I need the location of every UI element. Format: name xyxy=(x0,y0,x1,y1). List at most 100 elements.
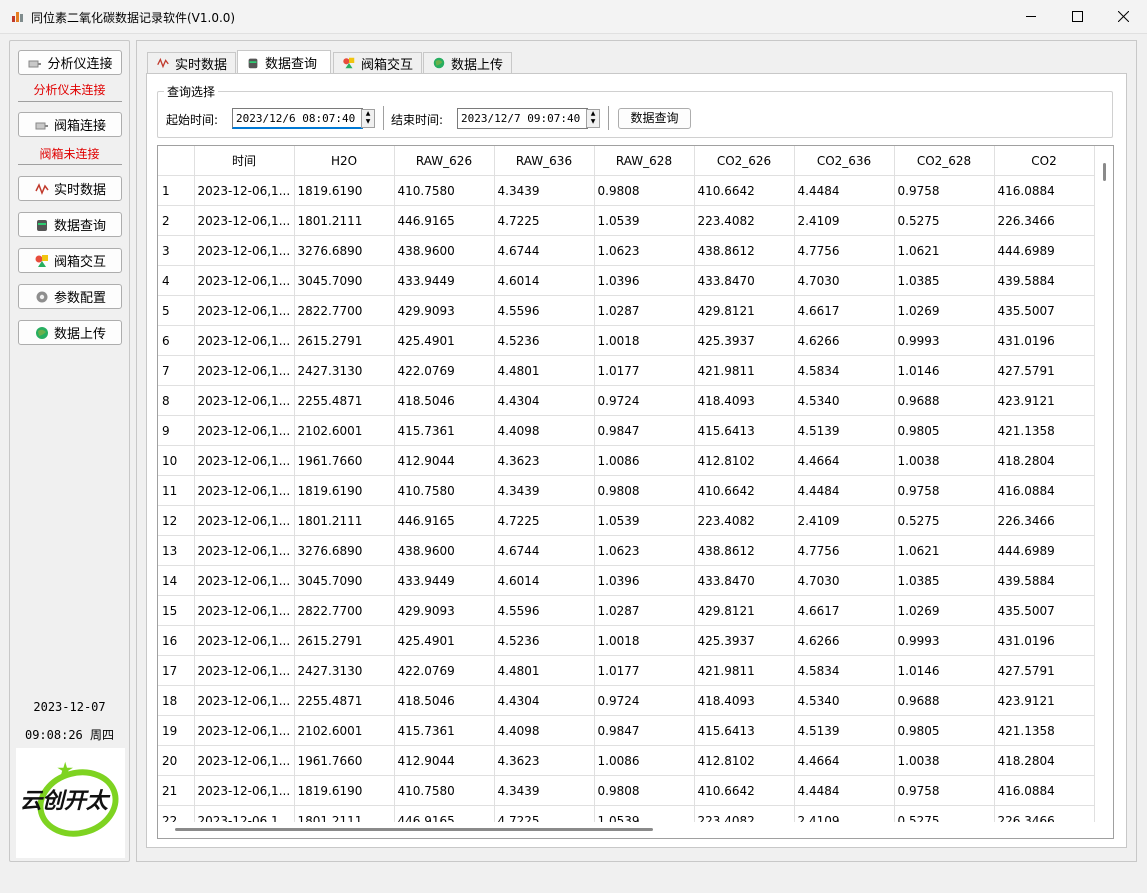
table-cell[interactable]: 223.4082 xyxy=(694,505,795,536)
table-cell[interactable]: 1.0385 xyxy=(894,265,995,296)
table-cell[interactable]: 412.9044 xyxy=(394,745,495,776)
table-row[interactable]: 6 2023-12-06,1... 2615.2791 425.4901 4.5236 1… xyxy=(158,325,1095,356)
row-header[interactable]: 21 xyxy=(158,775,195,806)
table-cell[interactable]: 418.5046 xyxy=(394,385,495,416)
row-header[interactable]: 13 xyxy=(158,535,195,566)
table-cell[interactable]: 0.9758 xyxy=(894,175,995,206)
table-row[interactable]: 13 2023-12-06,1... 3276.6890 438.9600 4.6744… xyxy=(158,535,1095,566)
table-cell[interactable]: 410.6642 xyxy=(694,475,795,506)
table-cell[interactable]: 2822.7700 xyxy=(294,295,395,326)
table-cell[interactable]: 2023-12-06,1... xyxy=(194,505,295,536)
table-cell[interactable]: 1961.7660 xyxy=(294,745,395,776)
nav-realtime-button[interactable]: 实时数据 xyxy=(18,176,122,201)
table-cell[interactable]: 425.3937 xyxy=(694,325,795,356)
table-cell[interactable]: 421.9811 xyxy=(694,655,795,686)
table-row[interactable]: 18 2023-12-06,1... 2255.4871 418.5046 4.4304… xyxy=(158,685,1095,716)
table-cell[interactable]: 1801.2111 xyxy=(294,505,395,536)
row-header[interactable]: 18 xyxy=(158,685,195,716)
table-row[interactable]: 10 2023-12-06,1... 1961.7660 412.9044 4.3623… xyxy=(158,445,1095,476)
row-header[interactable]: 8 xyxy=(158,385,195,416)
table-cell[interactable]: 433.8470 xyxy=(694,265,795,296)
table-cell[interactable]: 1.0038 xyxy=(894,445,995,476)
table-cell[interactable]: 1819.6190 xyxy=(294,175,395,206)
table-cell[interactable]: 438.8612 xyxy=(694,535,795,566)
row-header[interactable]: 10 xyxy=(158,445,195,476)
table-cell[interactable]: 416.0884 xyxy=(994,175,1095,206)
row-header[interactable]: 5 xyxy=(158,295,195,326)
table-cell[interactable]: 0.9993 xyxy=(894,625,995,656)
row-header[interactable]: 19 xyxy=(158,715,195,746)
table-cell[interactable]: 2023-12-06,1... xyxy=(194,235,295,266)
vertical-scrollbar[interactable] xyxy=(1097,146,1113,822)
corner-header[interactable] xyxy=(158,146,195,176)
table-cell[interactable]: 2102.6001 xyxy=(294,415,395,446)
table-cell[interactable]: 446.9165 xyxy=(394,205,495,236)
table-cell[interactable]: 429.8121 xyxy=(694,595,795,626)
table-cell[interactable]: 4.4801 xyxy=(494,355,595,386)
table-cell[interactable]: 3276.6890 xyxy=(294,535,395,566)
table-cell[interactable]: 0.9724 xyxy=(594,685,695,716)
table-cell[interactable]: 4.4664 xyxy=(794,445,895,476)
table-cell[interactable]: 1.0539 xyxy=(594,205,695,236)
table-cell[interactable]: 1.0623 xyxy=(594,535,695,566)
table-cell[interactable]: 1.0018 xyxy=(594,325,695,356)
table-cell[interactable]: 2023-12-06,1... xyxy=(194,625,295,656)
valve-connect-button[interactable]: 阀箱连接 xyxy=(18,112,122,137)
table-cell[interactable]: 3045.7090 xyxy=(294,265,395,296)
table-cell[interactable]: 415.7361 xyxy=(394,715,495,746)
table-cell[interactable]: 2255.4871 xyxy=(294,685,395,716)
vertical-scroll-thumb[interactable] xyxy=(1103,163,1106,181)
table-cell[interactable]: 4.6744 xyxy=(494,235,595,266)
spin-down-icon[interactable]: ▼ xyxy=(587,118,599,126)
row-header[interactable]: 3 xyxy=(158,235,195,266)
table-cell[interactable]: 4.6617 xyxy=(794,295,895,326)
table-cell[interactable]: 0.9808 xyxy=(594,475,695,506)
table-cell[interactable]: 1.0287 xyxy=(594,595,695,626)
table-cell[interactable]: 418.4093 xyxy=(694,685,795,716)
table-cell[interactable]: 3045.7090 xyxy=(294,565,395,596)
table-cell[interactable]: 226.3466 xyxy=(994,505,1095,536)
table-cell[interactable]: 4.5834 xyxy=(794,655,895,686)
column-header[interactable]: CO2 xyxy=(994,146,1095,176)
tab-query[interactable]: 数据查询 xyxy=(237,50,331,74)
table-cell[interactable]: 0.9808 xyxy=(594,175,695,206)
table-cell[interactable]: 422.0769 xyxy=(394,655,495,686)
table-cell[interactable]: 4.5834 xyxy=(794,355,895,386)
table-cell[interactable]: 433.8470 xyxy=(694,565,795,596)
table-cell[interactable]: 415.6413 xyxy=(694,715,795,746)
table-cell[interactable]: 1.0539 xyxy=(594,505,695,536)
maximize-button[interactable] xyxy=(1054,0,1100,33)
table-cell[interactable]: 429.9093 xyxy=(394,295,495,326)
table-cell[interactable]: 2023-12-06,1... xyxy=(194,445,295,476)
table-cell[interactable]: 2615.2791 xyxy=(294,625,395,656)
table-cell[interactable]: 1.0269 xyxy=(894,595,995,626)
table-row[interactable]: 3 2023-12-06,1... 3276.6890 438.9600 4.6744 1… xyxy=(158,235,1095,266)
row-header[interactable]: 20 xyxy=(158,745,195,776)
table-row[interactable]: 2 2023-12-06,1... 1801.2111 446.9165 4.7225 1… xyxy=(158,205,1095,236)
table-cell[interactable]: 418.4093 xyxy=(694,385,795,416)
table-cell[interactable]: 0.9724 xyxy=(594,385,695,416)
table-cell[interactable]: 438.9600 xyxy=(394,235,495,266)
end-time-spinner[interactable]: ▲ ▼ xyxy=(586,109,600,128)
table-cell[interactable]: 4.5236 xyxy=(494,625,595,656)
table-cell[interactable]: 1.0623 xyxy=(594,235,695,266)
table-row[interactable]: 15 2023-12-06,1... 2822.7700 429.9093 4.5596… xyxy=(158,595,1095,626)
table-cell[interactable]: 4.4801 xyxy=(494,655,595,686)
table-cell[interactable]: 4.4484 xyxy=(794,475,895,506)
table-cell[interactable]: 2023-12-06,1... xyxy=(194,655,295,686)
table-cell[interactable]: 4.6266 xyxy=(794,325,895,356)
table-cell[interactable]: 423.9121 xyxy=(994,685,1095,716)
table-cell[interactable]: 1819.6190 xyxy=(294,775,395,806)
table-cell[interactable]: 2023-12-06,1... xyxy=(194,475,295,506)
table-cell[interactable]: 438.8612 xyxy=(694,235,795,266)
table-cell[interactable]: 431.0196 xyxy=(994,625,1095,656)
table-cell[interactable]: 2023-12-06,1... xyxy=(194,205,295,236)
table-cell[interactable]: 410.6642 xyxy=(694,775,795,806)
table-cell[interactable]: 0.9758 xyxy=(894,475,995,506)
table-cell[interactable]: 0.9808 xyxy=(594,775,695,806)
table-cell[interactable]: 444.6989 xyxy=(994,235,1095,266)
table-cell[interactable]: 418.2804 xyxy=(994,745,1095,776)
table-cell[interactable]: 2023-12-06,1... xyxy=(194,325,295,356)
table-cell[interactable]: 1961.7660 xyxy=(294,445,395,476)
table-cell[interactable]: 1819.6190 xyxy=(294,475,395,506)
